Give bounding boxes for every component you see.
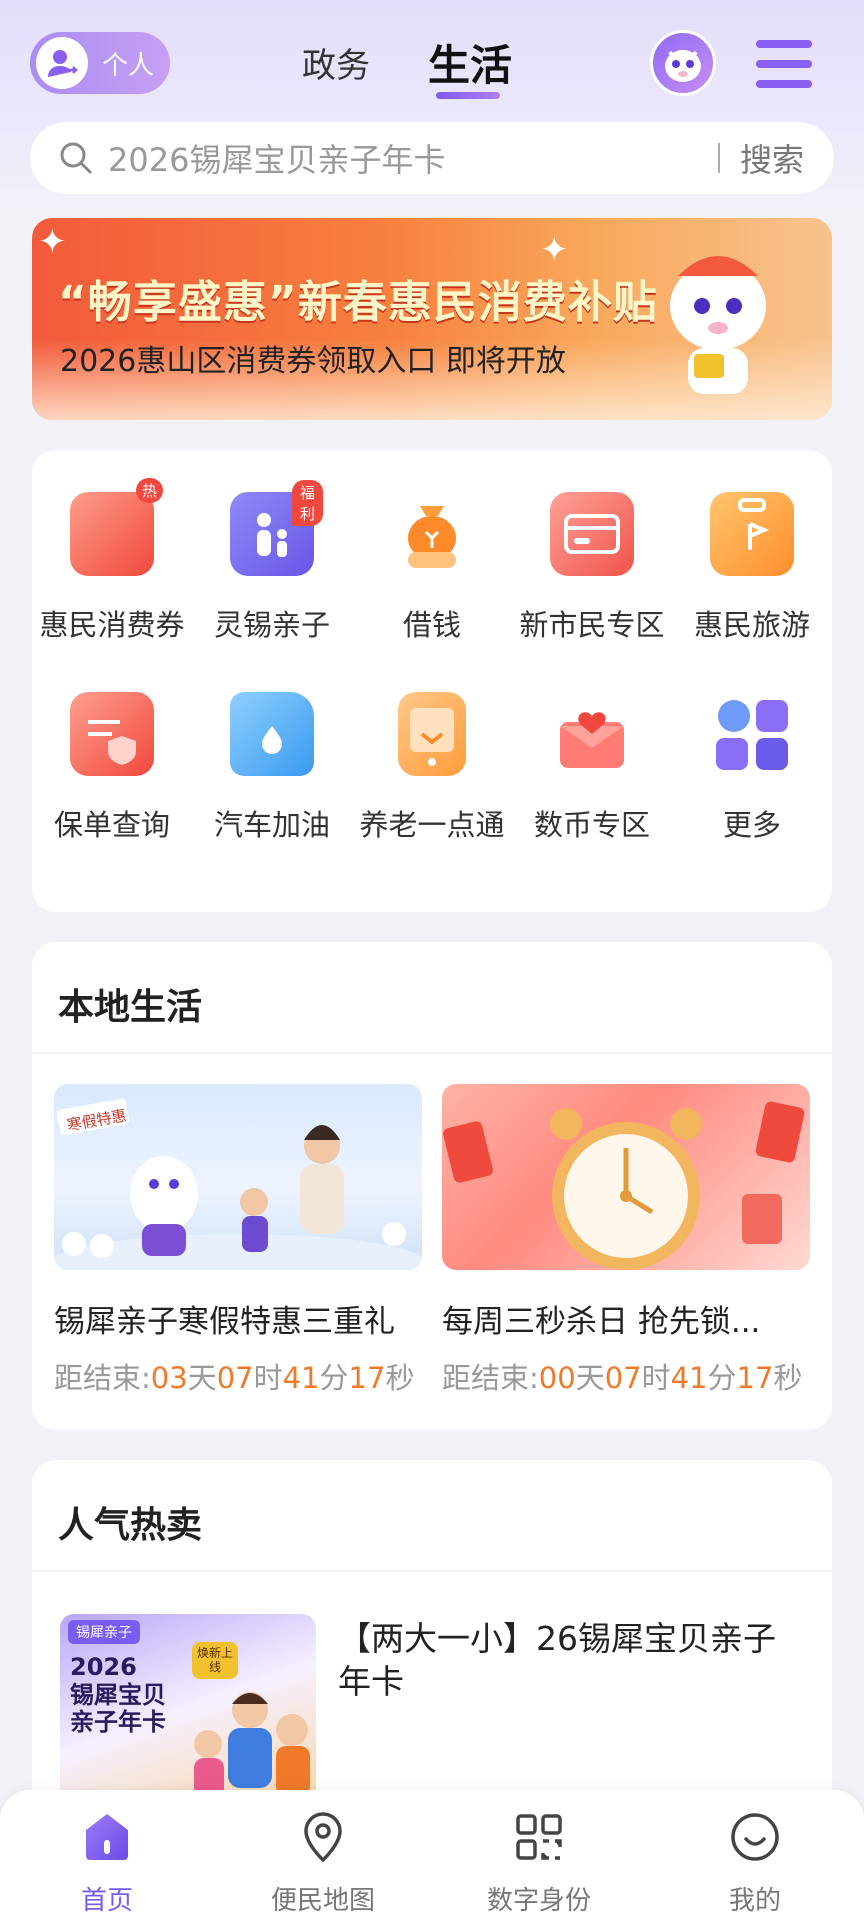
- promo-banner[interactable]: ✦ ✦ “畅享盛惠”新春惠民消费补贴 2026惠山区消费券领取入口 即将开放: [32, 218, 832, 420]
- tab-map[interactable]: 便民地图: [248, 1810, 398, 1917]
- fuel-icon: [230, 692, 314, 776]
- service-label: 保单查询: [53, 808, 170, 842]
- qr-code-icon: [516, 1814, 562, 1860]
- tab-life[interactable]: 生活: [428, 32, 512, 93]
- tab-label: 便民地图: [270, 1886, 375, 1916]
- service-label: 养老一点通: [359, 808, 505, 842]
- active-tab-indicator: [436, 92, 500, 99]
- service-label: 灵锡亲子: [213, 608, 330, 642]
- service-voucher[interactable]: 热 惠民消费券: [32, 478, 192, 644]
- money-bag-icon: [390, 492, 474, 576]
- map-pin-icon: [304, 1812, 342, 1863]
- welfare-badge: 福利: [292, 480, 324, 526]
- local-life-section: 本地生活 寒假特惠 锡犀亲子寒假特惠三重礼 距结束:03天07时41分17秒 每…: [32, 942, 832, 1430]
- section-title: 人气热卖: [58, 1505, 203, 1546]
- tab-government[interactable]: 政务: [302, 38, 370, 87]
- card-icon: [550, 492, 634, 576]
- tab-digital-id[interactable]: 数字身份: [464, 1810, 614, 1917]
- service-elderly[interactable]: 养老一点通: [352, 692, 512, 844]
- divider: [32, 1570, 832, 1572]
- tab-label: 我的: [728, 1886, 781, 1916]
- service-label: 借钱: [402, 608, 461, 642]
- luggage-icon: [710, 492, 794, 576]
- mascot-illustration-icon: [670, 256, 766, 394]
- search-divider: [717, 143, 720, 173]
- sparkle-icon: ✦: [540, 230, 569, 270]
- service-label: 惠民消费券: [39, 608, 185, 642]
- family-illustration-icon: [194, 1692, 310, 1798]
- red-envelope-icon: [550, 692, 634, 776]
- product-thumbnail[interactable]: 锡犀亲子 2026 锡犀宝贝 亲子年卡 焕新上线: [60, 1614, 316, 1804]
- promo-title: 每周三秒杀日 抢先锁...: [442, 1304, 761, 1340]
- sparkle-icon: ✦: [38, 222, 67, 262]
- home-icon: [86, 1814, 128, 1860]
- thumb-badge: 焕新上线: [192, 1642, 238, 1679]
- tab-label: 数字身份: [486, 1886, 591, 1916]
- banner-subtitle: 2026惠山区消费券领取入口 即将开放: [60, 344, 566, 379]
- service-policy[interactable]: 保单查询: [32, 692, 192, 844]
- hot-badge: 热: [136, 478, 164, 503]
- promo-card[interactable]: 每周三秒杀日 抢先锁... 距结束:00天07时41分17秒: [442, 1084, 810, 1397]
- bottom-tab-bar: 首页 便民地图 数字身份 我的: [0, 1790, 864, 1922]
- service-new-citizen[interactable]: 新市民专区: [512, 492, 672, 644]
- promo-image: [442, 1084, 810, 1270]
- countdown: 距结束:03天07时41分17秒: [54, 1361, 415, 1395]
- product-title[interactable]: 【两大一小】26锡犀宝贝亲子年卡: [338, 1618, 808, 1704]
- service-parent-child[interactable]: 福利 灵锡亲子: [192, 480, 352, 644]
- tab-home[interactable]: 首页: [32, 1810, 182, 1917]
- smile-icon: [731, 1813, 779, 1861]
- countdown: 距结束:00天07时41分17秒: [442, 1361, 803, 1395]
- service-travel[interactable]: 惠民旅游: [672, 492, 832, 644]
- service-label: 更多: [722, 808, 781, 842]
- service-label: 数币专区: [533, 808, 650, 842]
- mascot-assistant-icon[interactable]: [650, 30, 716, 96]
- header: 个人 政务 生活: [0, 0, 864, 120]
- search-input[interactable]: 2026锡犀宝贝亲子年卡: [108, 135, 718, 181]
- service-borrow[interactable]: 借钱: [352, 492, 512, 644]
- service-grid: 热 惠民消费券 福利 灵锡亲子 借钱 新市民专区 惠民旅游 保单查询 汽车加油 …: [32, 450, 832, 912]
- search-bar[interactable]: 2026锡犀宝贝亲子年卡 搜索: [30, 122, 834, 194]
- service-digital-currency[interactable]: 数币专区: [512, 692, 672, 844]
- service-more[interactable]: 更多: [672, 692, 832, 844]
- thumb-text: 2026 锡犀宝贝 亲子年卡: [70, 1653, 166, 1737]
- more-grid-icon: [710, 692, 794, 776]
- personal-toggle[interactable]: 个人: [30, 32, 170, 94]
- search-button[interactable]: 搜索: [740, 135, 804, 181]
- service-label: 汽车加油: [213, 808, 330, 842]
- tab-me[interactable]: 我的: [680, 1810, 830, 1917]
- personal-label: 个人: [102, 50, 155, 81]
- user-switch-icon: [36, 37, 88, 89]
- section-title: 本地生活: [58, 987, 203, 1028]
- tab-label: 首页: [80, 1886, 133, 1916]
- policy-icon: [70, 692, 154, 776]
- search-icon: [60, 142, 92, 174]
- elderly-care-icon: [398, 692, 466, 776]
- menu-icon[interactable]: [756, 40, 812, 88]
- banner-title: “畅享盛惠”新春惠民消费补贴: [58, 277, 658, 328]
- service-fuel[interactable]: 汽车加油: [192, 692, 352, 844]
- thumb-brand: 锡犀亲子: [68, 1620, 140, 1644]
- voucher-icon: 热: [70, 478, 164, 576]
- service-label: 惠民旅游: [693, 608, 810, 642]
- parent-child-icon: 福利: [230, 480, 324, 576]
- promo-image: 寒假特惠: [54, 1084, 422, 1270]
- promo-card[interactable]: 寒假特惠 锡犀亲子寒假特惠三重礼 距结束:03天07时41分17秒: [54, 1084, 422, 1397]
- promo-title: 锡犀亲子寒假特惠三重礼: [54, 1304, 395, 1340]
- divider: [32, 1052, 832, 1054]
- service-label: 新市民专区: [519, 608, 665, 642]
